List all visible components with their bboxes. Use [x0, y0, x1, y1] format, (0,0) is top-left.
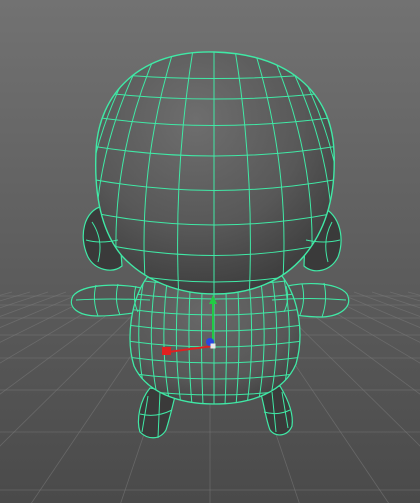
head-mesh[interactable] [95, 51, 335, 295]
manipulator-center[interactable] [210, 343, 216, 349]
viewport-canvas[interactable] [0, 0, 420, 503]
3d-viewport[interactable] [0, 0, 420, 503]
x-axis-arrow-icon[interactable] [162, 347, 171, 355]
